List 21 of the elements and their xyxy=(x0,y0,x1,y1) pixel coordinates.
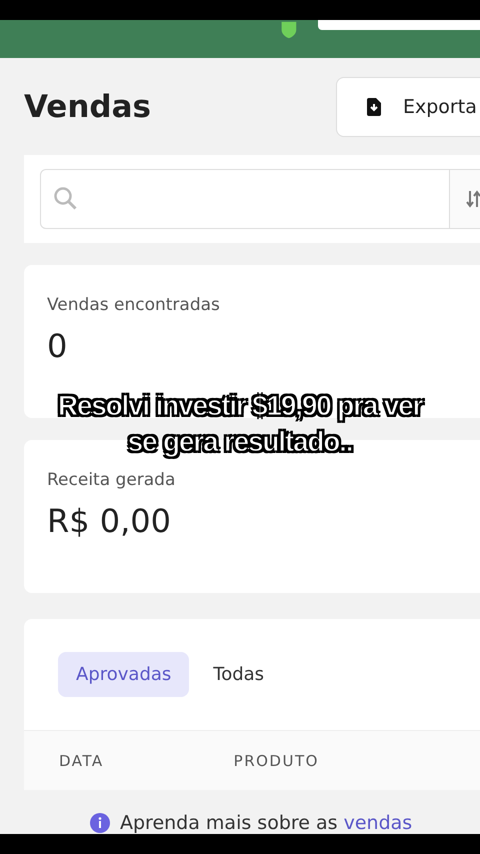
column-header: PRODUTO xyxy=(234,752,319,770)
column-header: DATA xyxy=(59,752,104,770)
filter-tab[interactable]: Todas xyxy=(195,652,282,697)
stat-label: Receita gerada xyxy=(47,470,176,490)
shield-icon xyxy=(280,20,298,40)
export-button[interactable]: Exporta xyxy=(336,76,480,137)
help-link[interactable]: vendas xyxy=(344,812,412,834)
top-field[interactable] xyxy=(318,20,480,30)
file-download-icon xyxy=(367,98,381,116)
stat-value: 0 xyxy=(47,327,68,366)
search-icon xyxy=(53,186,79,212)
caption-line: se gera resultado.. xyxy=(128,426,352,458)
stat-value: R$ 0,00 xyxy=(47,502,172,540)
search-field[interactable] xyxy=(40,169,450,230)
help-text: Aprenda mais sobre as vendas xyxy=(120,812,412,834)
sort-icon xyxy=(466,189,480,210)
page-title: Vendas xyxy=(24,88,151,125)
stat-label: Vendas encontradas xyxy=(47,295,221,316)
filter-tab[interactable]: Aprovadas xyxy=(58,652,190,697)
info-icon xyxy=(90,813,110,833)
caption-line: Resolvi investir $19,90 pra ver xyxy=(58,390,422,422)
